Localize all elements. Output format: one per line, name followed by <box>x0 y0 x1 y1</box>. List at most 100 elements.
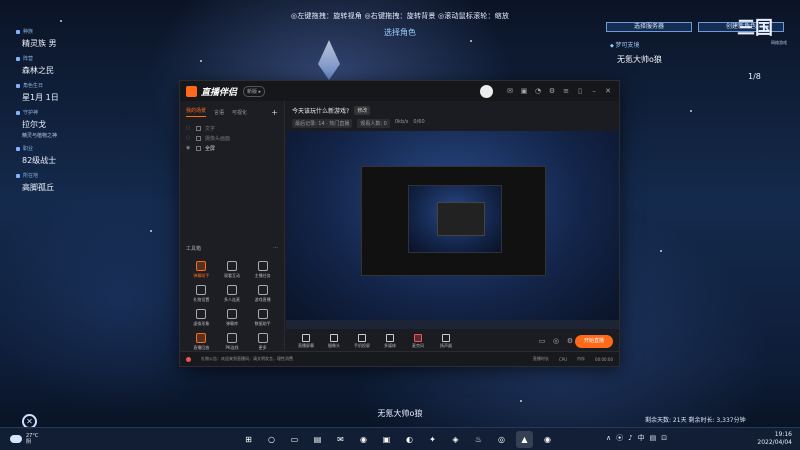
source-list: ◌ 文字 ◌ 摄像头画面 ◉ 全屏 <box>180 117 284 153</box>
ime-icon[interactable]: 中 <box>638 433 645 443</box>
app-logo: 直播伴侣 <box>186 85 237 98</box>
tab-my-scenes[interactable]: 我的场景 <box>186 107 207 117</box>
stream-title[interactable]: 今天该玩什么新游戏? <box>292 106 349 115</box>
nested-preview-window <box>437 202 485 236</box>
stream-header: 今天该玩什么新游戏? 修改 最后记录: 14 · 热门直播 观看人数: 0 0k… <box>286 101 619 129</box>
tool-danmu-lib[interactable]: 弹幕库 <box>217 309 248 327</box>
settings-icon[interactable]: ⚙ <box>547 86 557 96</box>
character-name[interactable]: 无氪大帅o狼 <box>617 54 662 65</box>
tool-multi-mic[interactable]: 多人连麦 <box>217 285 248 303</box>
windows-taskbar: 27°C 阴 ⊞ ○ ▭ ▤ ✉ ◉ ▣ ◐ ✦ ◈ ♨ ◎ ▲ ◉ ∧ ⦿ ♪… <box>0 427 800 450</box>
control-bar: 直播屏幕 摄像头 手机投屏 多媒体 麦克风 扬声器 ▭ ◎ ⚙ 开始直播 <box>286 329 619 353</box>
tool-avatar[interactable]: 虚拟形象 <box>186 309 217 327</box>
mail-icon[interactable]: ✉ <box>332 431 349 448</box>
pin-icon[interactable]: ▯ <box>575 86 585 96</box>
source-type-icon <box>196 125 201 131</box>
source-item[interactable]: ◉ 全屏 <box>186 143 278 153</box>
add-scene-icon[interactable]: + <box>271 108 278 117</box>
system-tray: ∧ ⦿ ♪ 中 ▤ ⊡ <box>606 433 667 443</box>
media-button[interactable]: 多媒体 <box>376 333 404 349</box>
live-companion-icon[interactable]: ▲ <box>516 431 533 448</box>
edit-title-button[interactable]: 修改 <box>354 106 371 115</box>
avatar-icon <box>196 309 207 319</box>
task-view-icon[interactable]: ▭ <box>286 431 303 448</box>
monitor-icon <box>302 333 310 342</box>
weather-widget[interactable]: 27°C 阴 <box>0 433 80 445</box>
eye-icon[interactable]: ◉ <box>186 145 192 151</box>
game-icon[interactable]: ◎ <box>493 431 510 448</box>
eye-icon[interactable]: ◎ <box>551 336 561 346</box>
menu-icon[interactable]: ≡ <box>561 86 571 96</box>
settings-icon[interactable]: ⚙ <box>565 336 575 346</box>
file-explorer-icon[interactable]: ▤ <box>309 431 326 448</box>
stream-preview[interactable] <box>286 131 619 329</box>
chrome-icon[interactable]: ◈ <box>447 431 464 448</box>
danmu-icon <box>196 261 207 271</box>
tool-data[interactable]: 数据助手 <box>247 309 278 327</box>
tool-replay[interactable]: 直播回放 <box>186 333 217 351</box>
steam-icon[interactable]: ♨ <box>470 431 487 448</box>
microphone-icon <box>414 333 422 342</box>
avatar[interactable] <box>480 84 493 98</box>
tool-more[interactable]: 更多 <box>247 333 278 351</box>
start-icon[interactable]: ⊞ <box>240 431 257 448</box>
phone-icon <box>358 333 366 342</box>
select-server-button[interactable]: 选择服务器 <box>606 22 692 32</box>
camera-button[interactable]: 摄像头 <box>320 333 348 349</box>
media-icon <box>386 333 394 342</box>
info-birthday: 角色生日 星1月 1日 <box>16 82 136 103</box>
eye-off-icon[interactable]: ◌ <box>186 125 192 131</box>
tool-task[interactable]: 主播任务 <box>247 261 278 279</box>
vs-icon[interactable]: ✦ <box>424 431 441 448</box>
taskbar-apps: ⊞ ○ ▭ ▤ ✉ ◉ ▣ ◐ ✦ ◈ ♨ ◎ ▲ ◉ <box>240 431 556 448</box>
gift-icon[interactable]: ▣ <box>519 86 529 96</box>
more-icon[interactable]: ··· <box>273 245 278 252</box>
qq-icon[interactable]: ◉ <box>355 431 372 448</box>
info-location: 所在地 高脚孤丘 <box>16 172 136 193</box>
start-live-button[interactable]: 开始直播 <box>575 334 613 348</box>
volume-icon[interactable]: ♪ <box>628 434 632 442</box>
lock-icon[interactable] <box>196 145 201 151</box>
source-item[interactable]: ◌ 文字 <box>186 123 278 133</box>
record-icon[interactable]: ▭ <box>537 336 547 346</box>
tool-danmu[interactable]: 弹幕助手 <box>186 261 217 279</box>
tool-gift[interactable]: 礼物设置 <box>186 285 217 303</box>
screen-capture-button[interactable]: 直播屏幕 <box>292 333 320 349</box>
phone-cast-button[interactable]: 手机投屏 <box>348 333 376 349</box>
bilibili-icon[interactable]: ◐ <box>401 431 418 448</box>
taskbar-clock[interactable]: 19:16 2022/04/04 <box>744 431 792 447</box>
tool-game[interactable]: 游戏直播 <box>247 285 278 303</box>
preview-taskbar <box>286 320 619 329</box>
live-dot-icon <box>186 356 191 362</box>
version-badge[interactable]: 新版 ▸ <box>243 85 266 97</box>
minimize-icon[interactable]: – <box>589 86 599 96</box>
replay-icon <box>196 333 207 343</box>
search-icon[interactable]: ○ <box>263 431 280 448</box>
message-icon[interactable]: ✉ <box>505 86 515 96</box>
source-type-icon <box>196 135 201 141</box>
tray-app-icon[interactable]: ⦿ <box>616 433 623 443</box>
info-race: 种族 精灵族 男 <box>16 28 136 49</box>
tray-expand-icon[interactable]: ∧ <box>606 434 611 442</box>
nested-preview <box>361 166 546 276</box>
source-item[interactable]: ◌ 摄像头画面 <box>186 133 278 143</box>
notification-icon[interactable]: ◔ <box>533 86 543 96</box>
app-main-area: 今天该玩什么新游戏? 修改 最后记录: 14 · 热门直播 观看人数: 0 0k… <box>286 101 619 351</box>
wechat-icon[interactable]: ▣ <box>378 431 395 448</box>
game-client-icon[interactable]: ◉ <box>539 431 556 448</box>
speaker-button[interactable]: 扬声器 <box>432 333 460 349</box>
scene-tabs: 我的场景 言语 可视化 + <box>180 101 284 117</box>
eye-off-icon[interactable]: ◌ <box>186 135 192 141</box>
microphone-button[interactable]: 麦克风 <box>404 333 432 349</box>
network-icon[interactable]: ▤ <box>650 434 657 442</box>
server-label: 梦可支境 <box>610 40 639 49</box>
close-icon[interactable]: ✕ <box>603 86 613 96</box>
library-icon <box>226 309 237 319</box>
tool-pk[interactable]: PK连线 <box>217 333 248 351</box>
tool-interact[interactable]: 观看互动 <box>217 261 248 279</box>
cloud-icon <box>10 435 22 443</box>
display-icon[interactable]: ⊡ <box>661 434 667 442</box>
tab-visual[interactable]: 可视化 <box>232 109 247 116</box>
tab-speech[interactable]: 言语 <box>214 109 224 116</box>
more-tools-icon <box>257 333 268 343</box>
